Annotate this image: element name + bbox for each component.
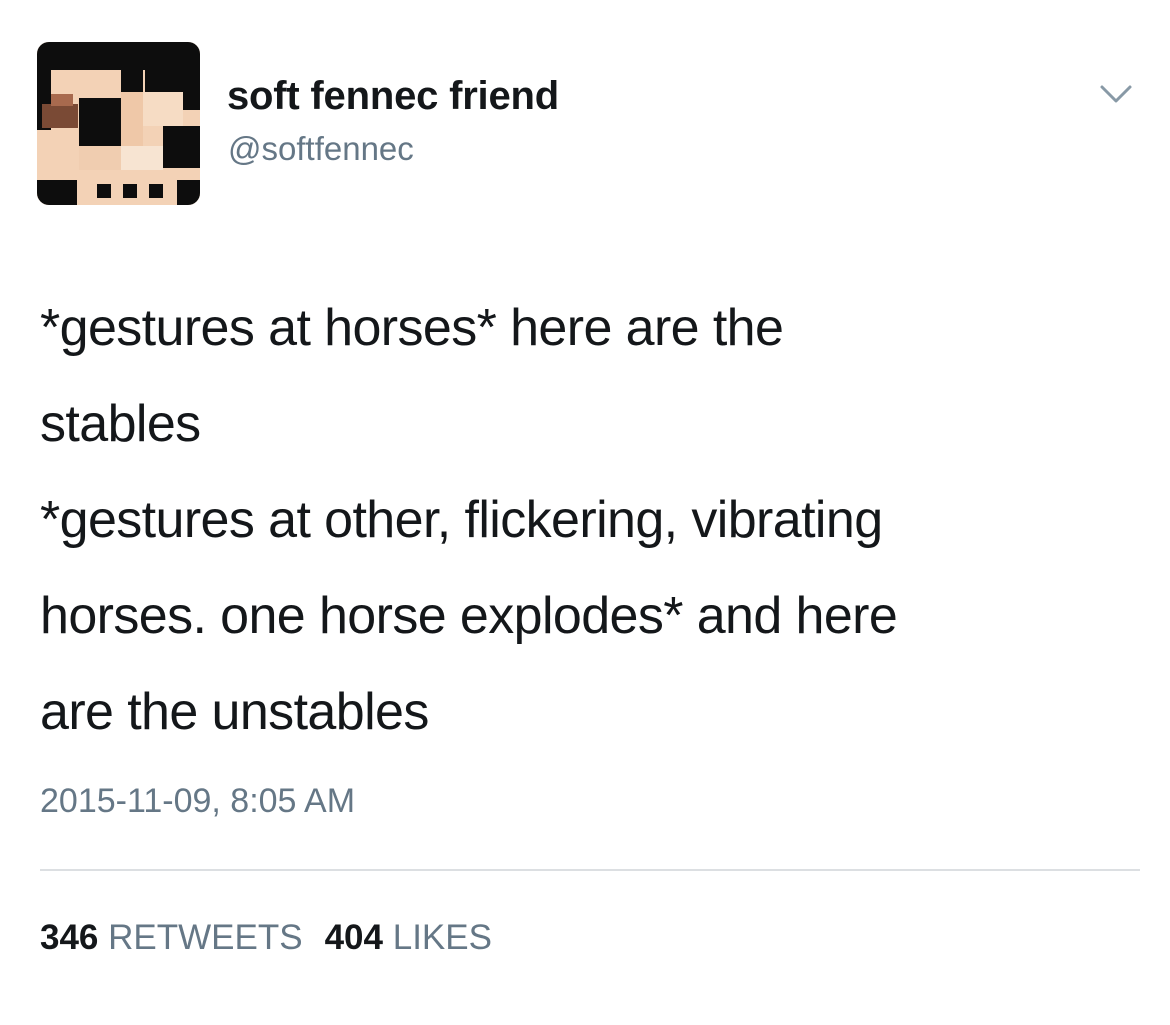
retweets-count: 346: [40, 918, 99, 957]
tweet-text-line: are the unstables: [40, 683, 429, 741]
tweet-text-line: horses. one horse explodes* and here: [40, 587, 898, 645]
likes-count: 404: [324, 918, 383, 957]
retweets-label: RETWEETS: [108, 918, 303, 957]
chevron-down-icon[interactable]: [1098, 82, 1134, 106]
tweet-text: *gestures at horses* here are the stable…: [40, 280, 1140, 760]
tweet-card: soft fennec friend @softfennec *gestures…: [0, 0, 1170, 1025]
tweet-timestamp[interactable]: 2015-11-09, 8:05 AM: [40, 782, 355, 821]
tweet-text-line: stables: [40, 395, 201, 453]
tweet-text-line: *gestures at horses* here are the: [40, 299, 784, 357]
display-name[interactable]: soft fennec friend: [227, 74, 559, 119]
divider: [40, 869, 1140, 871]
likes-stat[interactable]: 404 LIKES: [325, 918, 492, 957]
tweet-stats: 346 RETWEETS 404 LIKES: [40, 918, 514, 958]
avatar-pixel-art: [37, 42, 200, 205]
retweets-stat[interactable]: 346 RETWEETS: [40, 918, 303, 957]
likes-label: LIKES: [392, 918, 492, 957]
tweet-text-line: *gestures at other, flickering, vibratin…: [40, 491, 883, 549]
user-handle[interactable]: @softfennec: [228, 130, 414, 168]
avatar[interactable]: [37, 42, 200, 205]
